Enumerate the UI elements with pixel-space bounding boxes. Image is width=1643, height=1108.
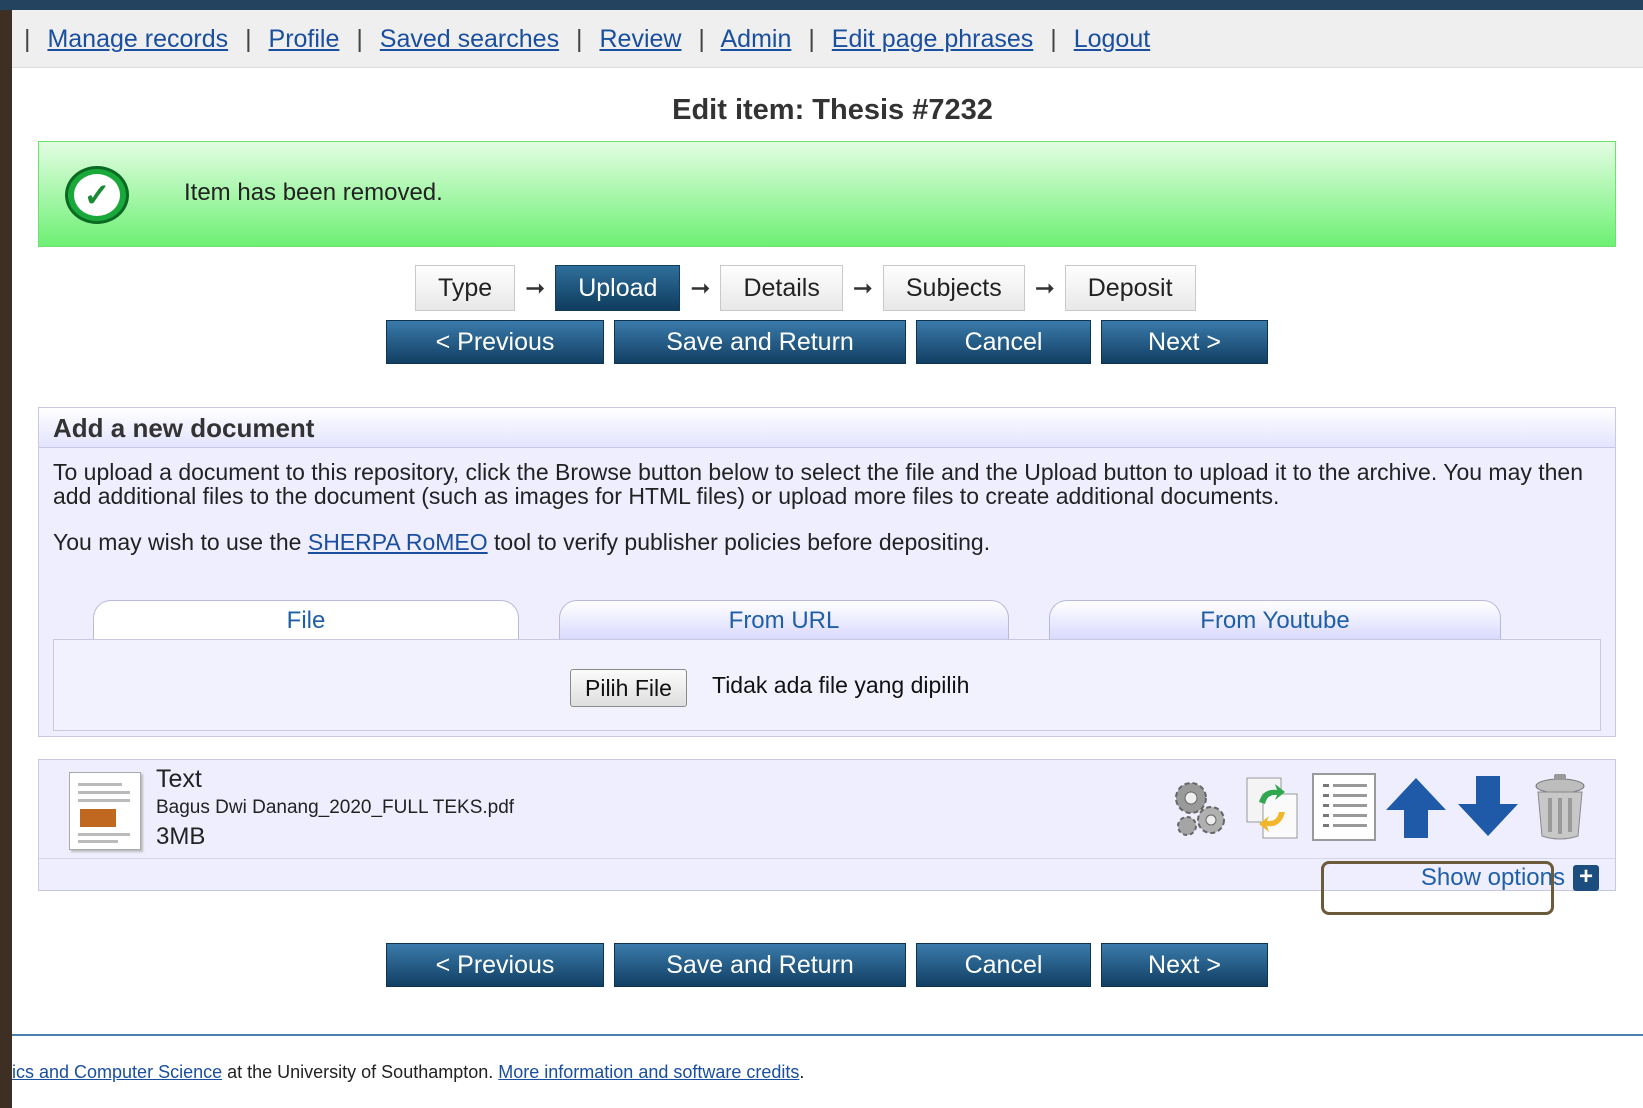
document-thumbnail[interactable] (69, 772, 141, 850)
tab-file[interactable]: File (93, 600, 519, 640)
add-document-panel: Add a new document To upload a document … (38, 407, 1616, 737)
nav-separator: | (245, 25, 252, 53)
nav-separator: | (576, 25, 583, 53)
highlight-box (1321, 861, 1554, 915)
top-navigation: | Manage records | Profile | Saved searc… (12, 10, 1643, 68)
success-message-text: Item has been removed. (184, 179, 443, 206)
nav-admin[interactable]: Admin (721, 25, 792, 53)
convert-icon[interactable] (1239, 770, 1305, 844)
nav-saved-searches[interactable]: Saved searches (380, 25, 559, 53)
step-deposit[interactable]: Deposit (1064, 265, 1196, 311)
step-details[interactable]: Details (720, 265, 843, 311)
previous-button[interactable]: < Previous (386, 320, 604, 364)
list-icon[interactable] (1311, 770, 1377, 844)
gears-icon[interactable] (1167, 770, 1233, 844)
tab-from-youtube[interactable]: From Youtube (1049, 600, 1501, 640)
success-message: ✓ Item has been removed. (38, 141, 1616, 247)
next-button[interactable]: Next > (1101, 320, 1268, 364)
arrow-down-icon[interactable] (1455, 770, 1521, 844)
choose-file-button[interactable]: Pilih File (570, 669, 687, 707)
document-filename[interactable]: Bagus Dwi Danang_2020_FULL TEKS.pdf (156, 797, 514, 819)
step-subjects[interactable]: Subjects (882, 265, 1025, 311)
footer: ics and Computer Science at the Universi… (12, 1062, 805, 1082)
cancel-button-bottom[interactable]: Cancel (916, 943, 1091, 987)
plus-icon: + (1573, 865, 1599, 891)
sherpa-note: You may wish to use the SHERPA RoMEO too… (53, 529, 991, 555)
upload-tabs: File From URL From Youtube (53, 600, 1601, 640)
footer-department-link[interactable]: ics and Computer Science (12, 1062, 222, 1082)
step-type[interactable]: Type (415, 265, 516, 311)
trash-icon[interactable] (1527, 770, 1593, 844)
add-document-heading: Add a new document (39, 408, 1615, 448)
arrow-up-icon[interactable] (1383, 770, 1449, 844)
footer-credits-link[interactable]: More information and software credits (498, 1062, 799, 1082)
page: | Manage records | Profile | Saved searc… (12, 10, 1643, 1108)
tab-from-url[interactable]: From URL (559, 600, 1009, 640)
sherpa-romeo-link[interactable]: SHERPA RoMEO (308, 529, 488, 555)
check-icon: ✓ (65, 166, 129, 224)
step-upload[interactable]: Upload (555, 265, 681, 311)
arrow-right-icon: ➞ (525, 274, 546, 302)
arrow-right-icon: ➞ (1034, 274, 1055, 302)
nav-separator: | (1050, 25, 1057, 53)
nav-logout[interactable]: Logout (1074, 25, 1150, 53)
upload-instructions: To upload a document to this repository,… (53, 459, 1584, 509)
file-tab-content: Pilih File Tidak ada file yang dipilih (53, 639, 1601, 731)
nav-separator: | (24, 25, 31, 53)
document-type: Text (156, 765, 202, 793)
previous-button-bottom[interactable]: < Previous (386, 943, 604, 987)
top-button-row: < Previous Save and Return Cancel Next > (386, 320, 1268, 364)
save-and-return-button-bottom[interactable]: Save and Return (614, 943, 906, 987)
nav-edit-page-phrases[interactable]: Edit page phrases (832, 25, 1034, 53)
workflow-steps: Type ➞ Upload ➞ Details ➞ Subjects ➞ Dep… (415, 265, 1196, 311)
save-and-return-button[interactable]: Save and Return (614, 320, 906, 364)
nav-separator: | (356, 25, 363, 53)
arrow-right-icon: ➞ (852, 274, 873, 302)
file-status-text: Tidak ada file yang dipilih (712, 672, 970, 698)
bottom-button-row: < Previous Save and Return Cancel Next > (386, 943, 1268, 987)
next-button-bottom[interactable]: Next > (1101, 943, 1268, 987)
nav-separator: | (808, 25, 815, 53)
window-top-border (0, 0, 1643, 10)
document-size: 3MB (156, 823, 206, 850)
arrow-right-icon: ➞ (690, 274, 711, 302)
cancel-button[interactable]: Cancel (916, 320, 1091, 364)
page-title: Edit item: Thesis #7232 (672, 94, 993, 126)
document-actions (1167, 770, 1593, 844)
nav-profile[interactable]: Profile (269, 25, 340, 53)
footer-divider (12, 1034, 1643, 1036)
nav-separator: | (698, 25, 705, 53)
nav-manage-records[interactable]: Manage records (47, 25, 228, 53)
nav-review[interactable]: Review (599, 25, 681, 53)
